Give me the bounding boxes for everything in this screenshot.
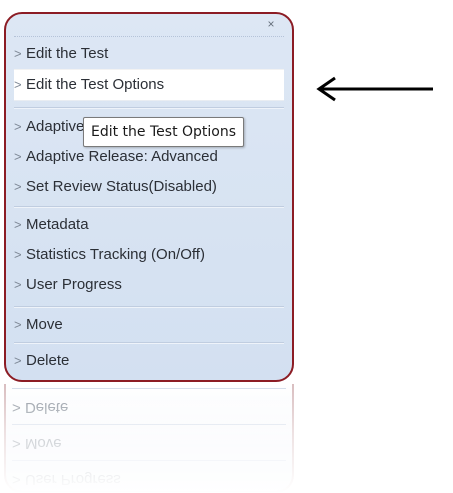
menu-item-label: Metadata <box>26 216 89 233</box>
chevron-right-icon: > <box>14 317 22 332</box>
chevron-right-icon: > <box>14 77 22 92</box>
tooltip: Edit the Test Options <box>83 117 245 147</box>
reflection-item-move: > Move <box>12 428 62 458</box>
chevron-right-icon: > <box>12 471 21 488</box>
chevron-right-icon: > <box>14 119 22 134</box>
reflection-panel <box>4 384 294 493</box>
menu-item-statistics-tracking[interactable]: > Statistics Tracking (On/Off) <box>14 240 284 270</box>
menu-item-label: Delete <box>26 352 70 369</box>
chevron-right-icon: > <box>14 46 22 61</box>
reflection-divider <box>12 388 286 389</box>
menu-group-tracking: > Metadata > Statistics Tracking (On/Off) … <box>14 210 284 300</box>
reflection-fade <box>4 384 294 493</box>
reflection-label: Delete <box>24 399 69 416</box>
menu-divider <box>14 206 284 208</box>
chevron-right-icon: > <box>12 399 21 416</box>
menu-item-metadata[interactable]: > Metadata <box>14 210 284 240</box>
screenshot-stage: × > Edit the Test > Edit the Test Options … <box>0 0 453 493</box>
menu-header: × <box>14 16 284 37</box>
chevron-right-icon: > <box>12 435 21 452</box>
menu-item-label: Edit the Test Options <box>26 76 165 93</box>
menu-item-delete[interactable]: > Delete <box>14 346 284 376</box>
chevron-right-icon: > <box>14 149 22 164</box>
menu-reflection: > Delete > Move > User Progress <box>4 384 294 493</box>
reflection-divider <box>12 424 286 425</box>
reflection-label: User Progress <box>24 471 121 488</box>
menu-divider <box>14 342 284 344</box>
chevron-right-icon: > <box>14 277 22 292</box>
context-menu: × > Edit the Test > Edit the Test Options … <box>4 12 294 382</box>
arrow-left-icon <box>316 76 433 102</box>
menu-group-delete: > Delete <box>14 346 284 376</box>
reflection-label: Move <box>24 435 62 452</box>
menu-group-edit: > Edit the Test > Edit the Test Options <box>14 39 284 101</box>
chevron-right-icon: > <box>14 353 22 368</box>
menu-item-label: Edit the Test <box>26 45 109 62</box>
chevron-right-icon: > <box>14 217 22 232</box>
menu-item-label: Statistics Tracking (On/Off) <box>26 246 205 263</box>
menu-item-label: Set Review Status(Disabled) <box>26 178 217 195</box>
reflection-item-delete: > Delete <box>12 392 68 422</box>
menu-item-label: Adaptive Release: Advanced <box>26 148 218 165</box>
menu-divider <box>14 306 284 308</box>
menu-group-move: > Move <box>14 310 284 340</box>
menu-item-user-progress[interactable]: > User Progress <box>14 270 284 300</box>
chevron-right-icon: > <box>14 179 22 194</box>
reflection-divider <box>12 460 286 461</box>
chevron-right-icon: > <box>14 247 22 262</box>
menu-item-label: Move <box>26 316 63 333</box>
menu-item-edit-test-options[interactable]: > Edit the Test Options <box>14 69 284 101</box>
menu-item-label: User Progress <box>26 276 122 293</box>
close-icon[interactable]: × <box>264 18 278 32</box>
menu-item-move[interactable]: > Move <box>14 310 284 340</box>
menu-item-edit-test[interactable]: > Edit the Test <box>14 39 284 69</box>
reflection-item-user-progress: > User Progress <box>12 464 121 493</box>
menu-item-set-review-status[interactable]: > Set Review Status(Disabled) <box>14 172 284 202</box>
menu-divider <box>14 107 284 109</box>
